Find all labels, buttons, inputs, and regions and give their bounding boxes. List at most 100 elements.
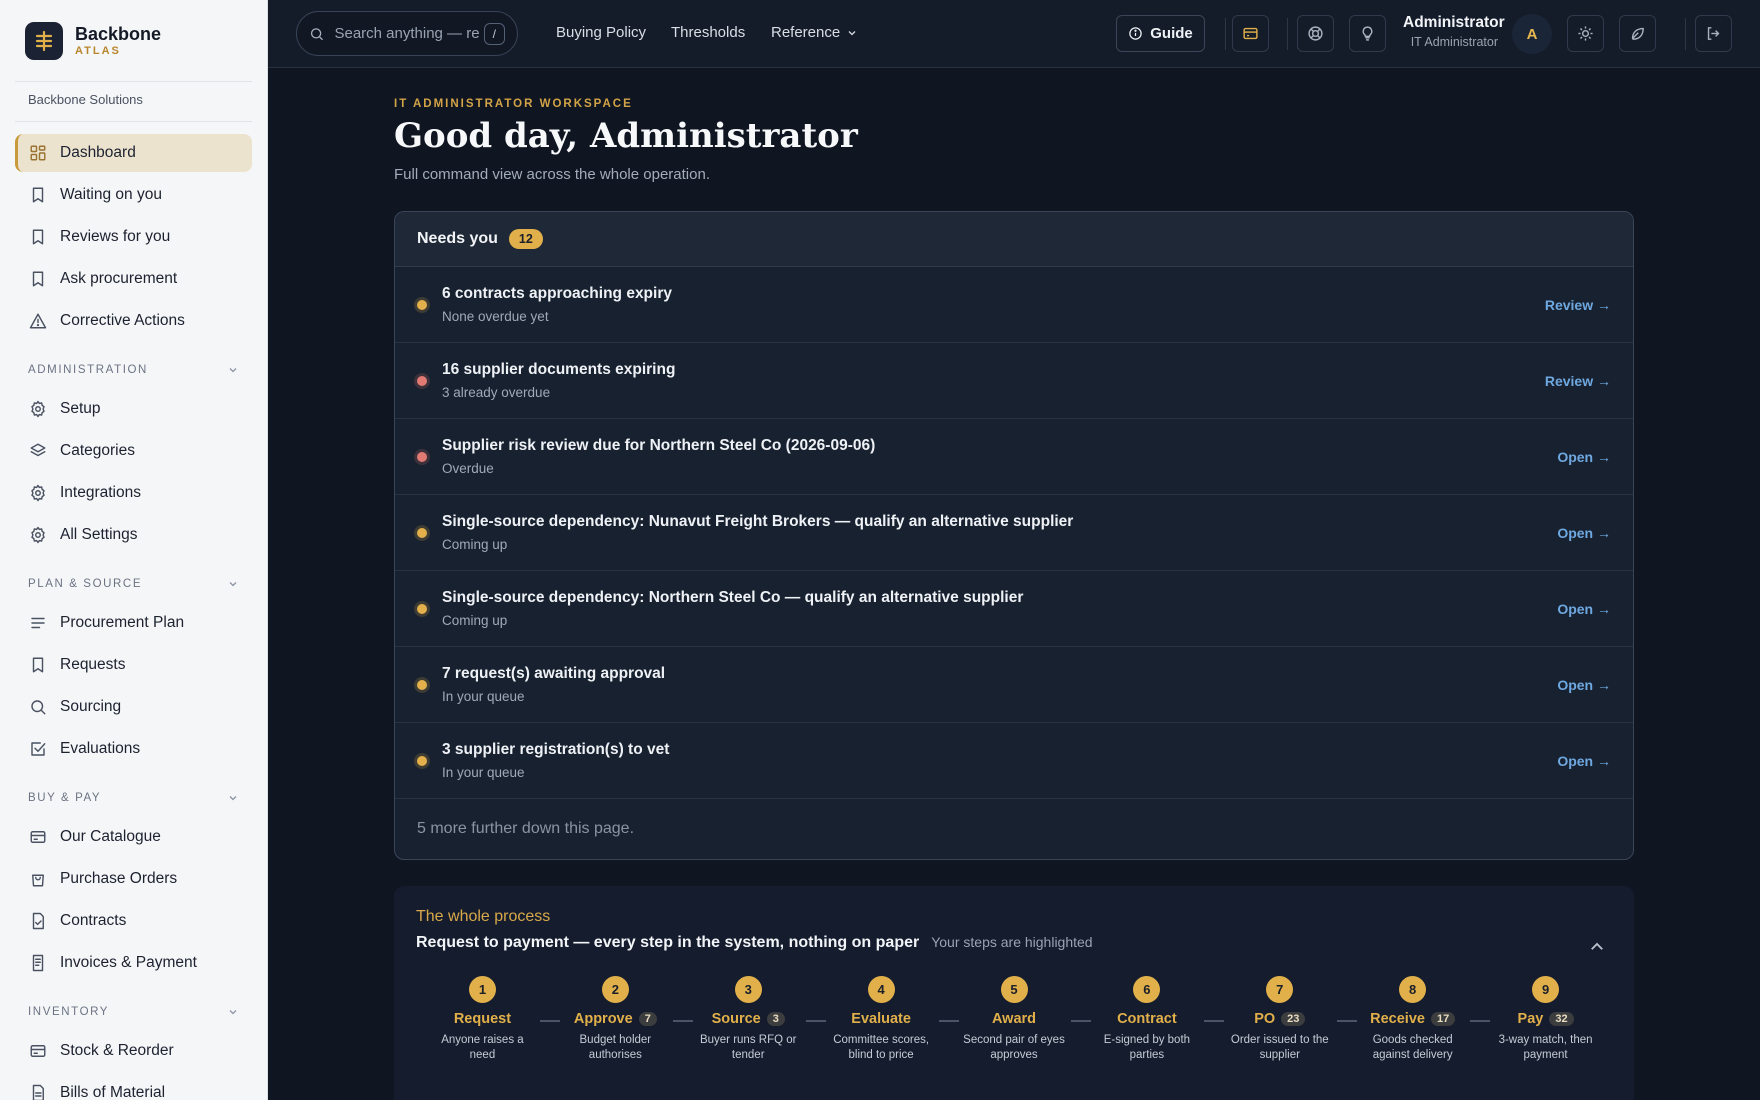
brand[interactable]: Backbone ATLAS [15,0,252,82]
sidebar-item-stock-and-reorder[interactable]: Stock & Reorder [15,1032,252,1070]
sidebar-item-purchase-orders[interactable]: Purchase Orders [15,860,252,898]
sidebar-item-dashboard[interactable]: Dashboard [15,134,252,172]
sidebar-item-label: Sourcing [60,698,122,715]
needs-you-item-action[interactable]: Open → [1557,677,1611,693]
nav-link-buying-policy[interactable]: Buying Policy [556,24,646,41]
user-info[interactable]: Administrator IT Administrator [1403,14,1505,49]
user-name: Administrator [1403,14,1505,31]
process-step-pay[interactable]: 9 Pay 32 3-way match, then payment [1479,976,1612,1063]
process-step-request[interactable]: 1 Request Anyone raises a need [416,976,560,1063]
nav-link-reference[interactable]: Reference [771,24,858,41]
process-step-approve[interactable]: 2 Approve 7 Budget holder authorises [549,976,693,1063]
step-number: 9 [1532,976,1560,1003]
needs-you-item-action[interactable]: Review → [1545,297,1611,313]
process-step-po[interactable]: 7 PO 23 Order issued to the supplier [1213,976,1358,1063]
file-check-icon [32,912,44,930]
needs-you-item-action[interactable]: Open → [1557,601,1611,617]
needs-you-item-action[interactable]: Open → [1557,525,1611,541]
sidebar-section-title: INVENTORY [28,1006,110,1018]
sidebar-item-label: Purchase Orders [60,870,178,887]
guide-button[interactable]: Guide [1116,15,1205,52]
sidebar-item-label: Integrations [60,484,141,501]
needs-you-item-text: 6 contracts approaching expiry None overd… [442,285,672,324]
needs-you-item-text: Single-source dependency: Nunavut Freigh… [442,513,1073,552]
org-name: Backbone Solutions [15,82,252,122]
gear-icon [31,400,45,418]
step-label-row: PO 23 [1213,1009,1346,1029]
process-step-source[interactable]: 3 Source 3 Buyer runs RFQ or tender [682,976,826,1063]
search-input[interactable]: Search anything — req / [296,11,518,56]
step-description: Goods checked against delivery [1372,1034,1453,1061]
sidebar-item-invoices-and-payment[interactable]: Invoices & Payment [15,944,252,982]
sidebar-item-all-settings[interactable]: All Settings [15,516,252,554]
needs-you-item[interactable]: 16 supplier documents expiring 3 already … [395,343,1633,419]
chevron-down-icon [229,796,237,801]
step-number: 4 [867,976,895,1003]
needs-you-item-subtitle: Coming up [442,613,508,628]
needs-you-item[interactable]: Single-source dependency: Northern Steel… [395,571,1633,647]
sidebar-item-label: Corrective Actions [60,312,185,329]
status-dot [417,451,427,462]
sidebar-item-integrations[interactable]: Integrations [15,474,252,512]
gear-icon [31,484,45,502]
sidebar-section-administration[interactable]: ADMINISTRATION [0,350,267,390]
sidebar-item-label: Evaluations [60,740,141,757]
sidebar-item-ask-procurement[interactable]: Ask procurement [15,260,252,298]
needs-you-item[interactable]: Supplier risk review due for Northern St… [395,419,1633,495]
list-icon [31,617,45,629]
sidebar-item-bills-of-material[interactable]: Bills of Material [15,1074,252,1100]
sidebar-item-procurement-plan[interactable]: Procurement Plan [15,604,252,642]
step-label-row: Contract [1080,1009,1213,1029]
warning-icon [29,313,47,329]
chevron-up-icon[interactable] [1588,938,1606,956]
sidebar-item-categories[interactable]: Categories [15,432,252,470]
needs-you-item-action[interactable]: Open → [1557,753,1611,769]
needs-you-item[interactable]: Single-source dependency: Nunavut Freigh… [395,495,1633,571]
step-label-row: Pay 32 [1479,1009,1612,1029]
needs-you-item[interactable]: 6 contracts approaching expiry None overd… [395,267,1633,343]
process-step-evaluate[interactable]: 4 Evaluate Committee scores, blind to pric… [815,976,959,1063]
needs-you-item[interactable]: 3 supplier registration(s) to vet In your… [395,723,1633,799]
sidebar-item-our-catalogue[interactable]: Our Catalogue [15,818,252,856]
sign-out-button[interactable] [1695,15,1732,52]
needs-you-item-subtitle: In your queue [442,765,525,780]
sidebar-item-label: Bills of Material [60,1084,166,1100]
process-title: Request to payment — every step in the s… [416,934,920,951]
process-step-award[interactable]: 5 Award Second pair of eyes approves [948,976,1092,1063]
sidebar-item-reviews-for-you[interactable]: Reviews for you [15,218,252,256]
sidebar-section-plan-and-source[interactable]: PLAN & SOURCE [0,564,267,604]
nav-link-thresholds[interactable]: Thresholds [671,24,745,41]
tips-button[interactable] [1349,15,1386,52]
sidebar-section-buy-and-pay[interactable]: BUY & PAY [0,778,267,818]
avatar[interactable]: A [1512,14,1552,54]
needs-you-item[interactable]: 7 request(s) awaiting approval In your qu… [395,647,1633,723]
needs-you-item-action[interactable]: Review → [1545,373,1611,389]
sidebar-item-corrective-actions[interactable]: Corrective Actions [15,302,252,340]
file-icon [32,1084,44,1100]
sidebar-item-requests[interactable]: Requests [15,646,252,684]
sidebar-item-contracts[interactable]: Contracts [15,902,252,940]
leaf-button[interactable] [1619,15,1656,52]
sun-icon [1578,26,1593,41]
topbar: Search anything — req / Buying Policy Th… [268,0,1760,68]
theme-toggle-button[interactable] [1567,15,1604,52]
sidebar-item-label: Requests [60,656,126,673]
sidebar-item-setup[interactable]: Setup [15,390,252,428]
process-step-contract[interactable]: 6 Contract E-signed by both parties [1080,976,1225,1063]
needs-you-item-action[interactable]: Open → [1557,449,1611,465]
step-description: Anyone raises a need [441,1034,524,1061]
step-count-badge: 17 [1430,1012,1456,1026]
sidebar-item-label: Ask procurement [60,270,178,287]
process-eyebrow: The whole process [416,908,551,925]
sidebar-item-evaluations[interactable]: Evaluations [15,730,252,768]
needs-you-item-subtitle: In your queue [442,689,525,704]
sidebar-item-waiting-on-you[interactable]: Waiting on you [15,176,252,214]
sidebar-item-sourcing[interactable]: Sourcing [15,688,252,726]
process-step-receive[interactable]: 8 Receive 17 Goods checked against delivery [1346,976,1491,1063]
sidebar-item-label: Stock & Reorder [60,1042,174,1059]
wallet-button[interactable] [1232,15,1269,52]
sidebar-item-label: Procurement Plan [60,614,185,631]
help-button[interactable] [1297,15,1334,52]
sidebar-section-inventory[interactable]: INVENTORY [0,992,267,1032]
bag-icon [32,874,44,887]
